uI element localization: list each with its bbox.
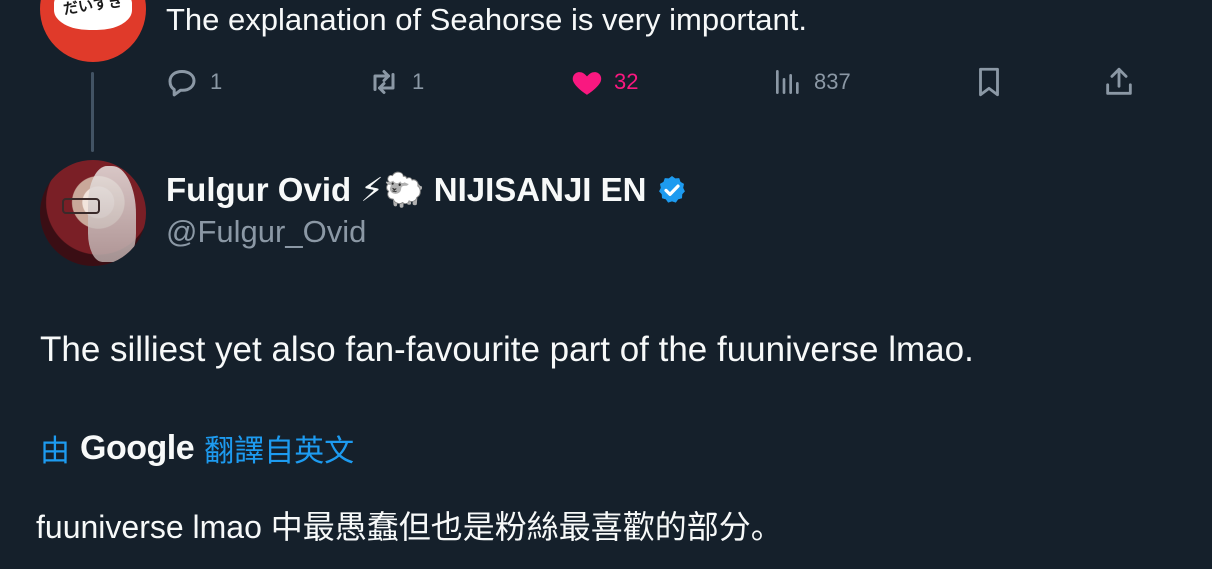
author-avatar[interactable] bbox=[40, 160, 146, 266]
bookmark-button[interactable] bbox=[972, 62, 1006, 102]
avatar-glasses-shape bbox=[62, 198, 100, 214]
translated-tweet-text: fuuniverse lmao 中最愚蠢但也是粉絲最喜歡的部分。 bbox=[36, 509, 783, 545]
tweet-thread: だいすき The explanation of Seahorse is very… bbox=[0, 0, 1212, 569]
author-display-name[interactable]: Fulgur Ovid ⚡🐑 NIJISANJI EN bbox=[166, 170, 688, 210]
reply-button[interactable]: 1 bbox=[164, 62, 222, 102]
share-icon bbox=[1106, 67, 1132, 95]
analytics-icon bbox=[776, 70, 799, 94]
tweet-actions-bar: 1 1 32 837 bbox=[164, 62, 1144, 102]
avatar-hair-shape bbox=[88, 166, 136, 262]
verified-badge-icon bbox=[659, 176, 686, 203]
retweet-button[interactable]: 1 bbox=[366, 62, 424, 102]
display-name-text: Fulgur Ovid ⚡🐑 NIJISANJI EN bbox=[166, 171, 647, 208]
heart-icon bbox=[572, 72, 602, 95]
like-count: 32 bbox=[614, 69, 639, 94]
bookmark-icon bbox=[979, 67, 999, 97]
author-handle[interactable]: @Fulgur_Ovid bbox=[166, 214, 366, 250]
translated-from-english-link[interactable]: 翻譯自英文 bbox=[204, 426, 354, 470]
share-button[interactable] bbox=[1102, 62, 1136, 102]
translation-attribution: 由 Google 翻譯自英文 bbox=[40, 426, 354, 470]
google-logo: Google bbox=[80, 428, 195, 467]
parent-avatar[interactable]: だいすき bbox=[40, 0, 146, 62]
thread-connector-line bbox=[91, 72, 94, 152]
tweet-text: The silliest yet also fan-favourite part… bbox=[40, 330, 974, 369]
views-button[interactable]: 837 bbox=[772, 62, 851, 102]
view-count: 837 bbox=[814, 69, 851, 94]
reply-count: 1 bbox=[210, 69, 223, 94]
like-button[interactable]: 32 bbox=[570, 62, 638, 102]
reply-icon bbox=[168, 70, 196, 97]
parent-tweet-text: The explanation of Seahorse is very impo… bbox=[166, 2, 808, 37]
retweet-icon bbox=[373, 70, 395, 94]
retweet-count: 1 bbox=[412, 69, 425, 94]
translation-by-label: 由 bbox=[40, 435, 70, 468]
